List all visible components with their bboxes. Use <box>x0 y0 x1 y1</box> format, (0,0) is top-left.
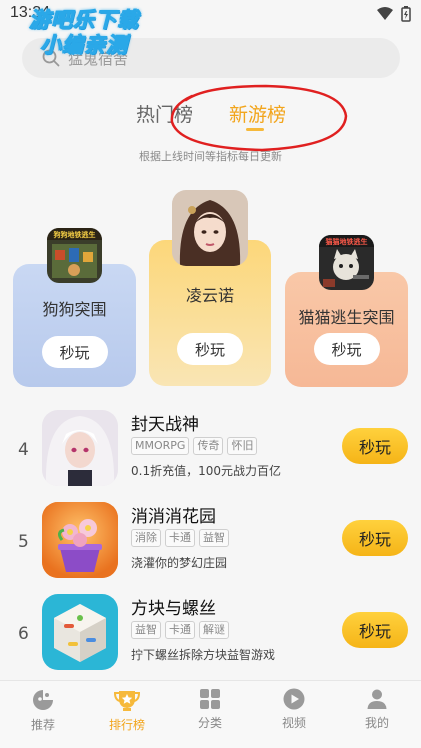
wifi-icon <box>377 7 393 20</box>
nav-item-profile[interactable]: 我的 <box>342 687 412 731</box>
tag: 卡通 <box>165 529 195 547</box>
battery-icon <box>401 6 411 22</box>
app-icon-fengtian <box>42 410 118 486</box>
tag: MMORPG <box>131 437 190 455</box>
app-name: 消消消花园 <box>131 507 216 527</box>
tag: 卡通 <box>165 621 195 639</box>
rank-number: 6 <box>18 624 29 644</box>
nav-label: 视频 <box>281 716 306 730</box>
annotation-circle <box>170 84 348 152</box>
podium-play-button[interactable]: 秒玩 <box>313 333 380 365</box>
bottom-nav: 推荐 排行榜 分类 视频 我的 <box>0 680 421 748</box>
podium-name: 凌云诺 <box>185 286 234 305</box>
tag-list: 益智 卡通 解谜 <box>131 621 229 639</box>
rank-number: 5 <box>18 532 29 552</box>
nav-item-recommend[interactable]: 推荐 <box>8 687 78 733</box>
play-circle-icon <box>283 688 305 710</box>
app-description: 拧下螺丝拆除方块益智游戏 <box>131 648 276 662</box>
nav-label: 排行榜 <box>108 718 145 732</box>
watermark-line1: 游吧乐下载 <box>29 8 139 33</box>
user-icon <box>367 689 387 709</box>
podium-play-button[interactable]: 秒玩 <box>41 336 108 368</box>
tag: 益智 <box>131 621 161 639</box>
app-icon-dog-escape: 狗狗地铁逃生 <box>47 228 102 283</box>
rank-number: 4 <box>18 440 29 460</box>
podium-name: 狗狗突围 <box>42 300 107 319</box>
tag: 益智 <box>199 529 229 547</box>
tag: 消除 <box>131 529 161 547</box>
tag: 解谜 <box>199 621 229 639</box>
nav-item-ranking[interactable]: 排行榜 <box>92 687 162 733</box>
grid-icon <box>200 689 220 709</box>
nav-item-category[interactable]: 分类 <box>175 687 245 731</box>
tag-list: 消除 卡通 益智 <box>131 529 229 547</box>
app-icon-cat-escape: 猫猫地铁逃生 <box>319 235 374 290</box>
app-name: 方块与螺丝 <box>131 599 216 619</box>
tag: 传奇 <box>193 437 224 455</box>
nav-item-video[interactable]: 视频 <box>259 687 329 731</box>
podium-icon-text: 猫猫地铁逃生 <box>326 237 368 246</box>
tag-list: MMORPG 传奇 怀旧 <box>131 437 258 455</box>
nav-label: 我的 <box>364 716 389 730</box>
play-button[interactable]: 秒玩 <box>342 520 408 556</box>
app-description: 0.1折充值，100元战力百亿 <box>131 464 281 478</box>
app-icon-flower-garden <box>42 502 118 578</box>
nav-label: 分类 <box>197 716 222 730</box>
nav-label: 推荐 <box>30 718 55 732</box>
status-icons <box>377 6 411 22</box>
play-button[interactable]: 秒玩 <box>342 612 408 648</box>
app-description: 浇灌你的梦幻庄园 <box>131 556 228 570</box>
play-button[interactable]: 秒玩 <box>342 428 408 464</box>
podium-play-button[interactable]: 秒玩 <box>177 333 243 365</box>
game-controller-icon <box>33 690 53 710</box>
trophy-star-icon <box>113 691 141 711</box>
podium-name: 猫猫逃生突围 <box>298 308 395 327</box>
podium-icon-text: 狗狗地铁逃生 <box>54 230 96 239</box>
app-icon-block-screw <box>42 594 118 670</box>
watermark: 游吧乐下载 小编亲测 <box>14 8 154 58</box>
app-name: 封天战神 <box>131 415 199 435</box>
list-item[interactable]: 5 消消消花园 消除 卡通 益智 浇灌你的梦幻庄园 秒玩 <box>0 502 421 592</box>
app-icon-lingyunnuo <box>172 190 248 266</box>
list-item[interactable]: 4 封天战神 MMORPG 传奇 怀旧 0.1折充值，100元战力百亿 秒玩 <box>0 410 421 500</box>
watermark-line2: 小编亲测 <box>40 33 128 58</box>
tag: 怀旧 <box>227 437 258 455</box>
list-item[interactable]: 6 方块与螺丝 益智 卡通 解谜 拧下螺丝拆除方块益智游戏 秒玩 <box>0 594 421 684</box>
